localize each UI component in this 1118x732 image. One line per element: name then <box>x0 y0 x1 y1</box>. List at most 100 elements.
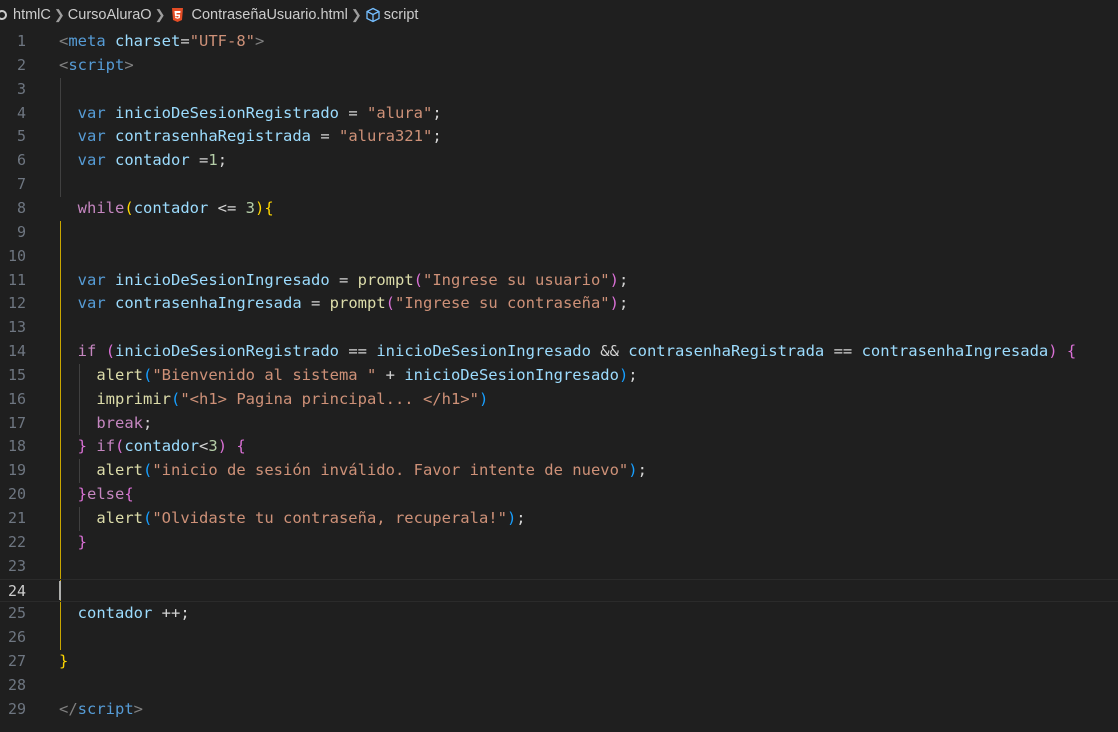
code-line[interactable]: 20 }else{ <box>0 483 1118 507</box>
code-line[interactable]: 17 break; <box>0 412 1118 436</box>
code-line[interactable]: 15 alert("Bienvenido al sistema " + inic… <box>0 364 1118 388</box>
code-line[interactable]: 1 <meta charset="UTF-8"> <box>0 30 1118 54</box>
code-token: } <box>77 485 88 504</box>
code-line[interactable]: 8 while(contador <= 3){ <box>0 197 1118 221</box>
code-line[interactable]: 13 <box>0 316 1118 340</box>
code-token: == <box>824 342 862 361</box>
line-number: 21 <box>7 509 26 527</box>
code-token: "alura321" <box>338 127 433 146</box>
code-line[interactable]: 25 contador ++; <box>0 602 1118 626</box>
code-token: var <box>77 127 106 146</box>
code-token: </ <box>59 699 78 718</box>
code-text: imprimir("<h1> Pagina principal... </h1>… <box>59 388 488 412</box>
code-line[interactable]: 11 var inicioDeSesionIngresado = prompt(… <box>0 269 1118 293</box>
code-line[interactable]: 4 var inicioDeSesionRegistrado = "alura"… <box>0 102 1118 126</box>
code-line[interactable]: 24 <box>0 578 1118 603</box>
code-token: <= <box>208 198 246 217</box>
code-text: var contador =1; <box>59 149 227 173</box>
code-token: charset <box>115 32 181 50</box>
code-token: var <box>77 294 106 313</box>
code-line[interactable]: 7 <box>0 173 1118 197</box>
code-line[interactable]: 5 var contrasenhaRegistrada = "alura321"… <box>0 125 1118 149</box>
code-token: ; <box>143 413 153 432</box>
code-token: = <box>189 151 209 170</box>
line-number: 9 <box>16 222 26 241</box>
code-token: ; <box>628 365 638 384</box>
code-text: } <box>59 531 87 555</box>
code-token: alert <box>96 365 143 384</box>
code-token: ) <box>506 509 517 527</box>
code-token: ; <box>618 270 629 289</box>
code-token: ; <box>432 103 442 122</box>
line-number: 14 <box>7 342 26 361</box>
line-number: 4 <box>16 103 26 122</box>
code-line[interactable]: 26 <box>0 626 1118 650</box>
code-token: var <box>77 103 106 122</box>
code-token: var <box>77 151 106 170</box>
code-token: alert <box>96 461 143 480</box>
breadcrumb-item-file[interactable]: ContraseñaUsuario.html <box>169 7 348 23</box>
line-number: 6 <box>16 151 26 170</box>
code-token: "inicio de sesión inválido. Favor intent… <box>152 461 629 480</box>
code-line[interactable]: 28 <box>0 674 1118 698</box>
line-number: 1 <box>16 32 26 50</box>
code-line[interactable]: 9 <box>0 221 1118 245</box>
code-line[interactable]: 29 </script> <box>0 698 1118 722</box>
breadcrumb-item-folder[interactable]: htmlC <box>0 7 51 23</box>
code-line[interactable]: 2 <script> <box>0 54 1118 78</box>
code-token: prompt <box>329 294 386 313</box>
code-token: contrasenhaIngresada <box>861 342 1049 361</box>
code-line[interactable]: 14 if (inicioDeSesionRegistrado == inici… <box>0 340 1118 364</box>
code-token: ( <box>143 365 153 384</box>
code-token: inicioDeSesionIngresado <box>404 365 619 384</box>
code-token: ) <box>217 437 228 456</box>
code-line[interactable]: 10 <box>0 245 1118 269</box>
code-text: if (inicioDeSesionRegistrado == inicioDe… <box>59 340 1077 364</box>
code-token: ( <box>124 198 134 217</box>
code-token: } <box>77 437 88 456</box>
code-token: contador <box>133 198 209 217</box>
code-token: < <box>59 32 69 50</box>
code-line[interactable]: 23 <box>0 555 1118 579</box>
code-token: ; <box>217 151 228 170</box>
code-token: > <box>255 32 265 50</box>
breadcrumb-item-symbol[interactable]: script <box>365 7 418 23</box>
code-token: inicioDeSesionRegistrado <box>115 342 339 361</box>
code-token: == <box>339 342 377 361</box>
code-line[interactable]: 12 var contrasenhaIngresada = prompt("In… <box>0 292 1118 316</box>
code-line[interactable]: 19 alert("inicio de sesión inválido. Fav… <box>0 459 1118 483</box>
line-number: 7 <box>16 175 26 194</box>
code-token: prompt <box>357 270 414 289</box>
code-token: ( <box>143 509 153 527</box>
code-token: ++; <box>152 604 190 623</box>
code-line[interactable]: 6 var contador =1; <box>0 149 1118 173</box>
code-token: ( <box>105 342 116 361</box>
code-token: = <box>310 127 339 146</box>
code-line[interactable]: 22 } <box>0 531 1118 555</box>
code-text: } <box>59 650 68 674</box>
circle-icon <box>0 10 7 20</box>
code-line[interactable]: 27} <box>0 650 1118 674</box>
code-token: } <box>77 532 88 551</box>
code-token: else <box>87 485 125 504</box>
code-line[interactable]: 16 imprimir("<h1> Pagina principal... </… <box>0 388 1118 412</box>
breadcrumb-item-folder[interactable]: CursoAluraO <box>68 7 152 23</box>
code-editor[interactable]: 1 <meta charset="UTF-8"> 2 <script> 3 4 var i… <box>0 30 1118 732</box>
code-line[interactable]: 21 alert("Olvidaste tu contraseña, recup… <box>0 507 1118 531</box>
code-text: <meta charset="UTF-8"> <box>59 30 264 54</box>
code-token: = <box>301 294 330 313</box>
code-line[interactable]: 3 <box>0 78 1118 102</box>
code-line[interactable]: 18 } if(contador<3) { <box>0 435 1118 459</box>
code-token: break <box>96 413 143 432</box>
code-text: var inicioDeSesionRegistrado = "alura"; <box>59 102 442 126</box>
code-token: { <box>1066 342 1077 361</box>
code-text: alert("inicio de sesión inválido. Favor … <box>59 459 647 483</box>
breadcrumb: htmlC ❯ CursoAluraO ❯ ContraseñaUsuario.… <box>0 0 1118 30</box>
line-number: 26 <box>7 628 26 647</box>
